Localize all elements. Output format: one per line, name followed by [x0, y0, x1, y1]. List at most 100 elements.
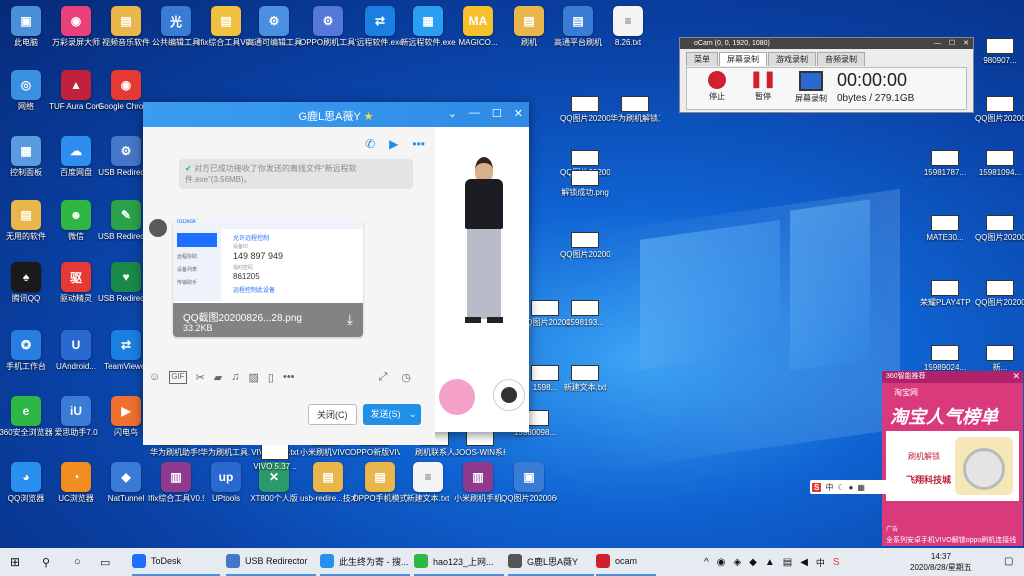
- ad-popup[interactable]: 360智能推荐 ✕ 淘宝网 淘宝人气榜单 刷机解锁 飞翔科技城 广告 全系列安卓…: [882, 371, 1023, 546]
- moon-icon[interactable]: ☾: [837, 483, 844, 492]
- desktop-icon[interactable]: ≡ 8.26.txt: [600, 6, 656, 47]
- desktop-icon[interactable]: ▦ 控制面板: [0, 136, 54, 177]
- desktop-icon[interactable]: e 360安全浏览器: [0, 396, 54, 437]
- ocam-tab[interactable]: 菜单: [686, 52, 718, 66]
- taskbar-app[interactable]: hao123_上网...: [414, 548, 504, 576]
- close-icon[interactable]: ✕: [1012, 371, 1020, 382]
- ime-toolbar[interactable]: S 中 ☾ ● ▦: [810, 480, 888, 494]
- send-button[interactable]: 发送(S) ⌄: [362, 404, 421, 425]
- desktop-icon[interactable]: MA MAGICO...: [450, 6, 506, 47]
- desktop-icon[interactable]: ▣ QQ图片20200609...: [501, 462, 557, 503]
- desktop-file[interactable]: 华为刷机解锁工具.rar: [610, 96, 660, 123]
- desktop-icon[interactable]: ▥ Ifix综合工具V0.9.rar: [148, 462, 204, 503]
- desktop-file[interactable]: QQ图片20200822...: [975, 280, 1024, 307]
- tray-app-icon[interactable]: ◆: [749, 557, 757, 568]
- desktop-icon[interactable]: ♠ 腾讯QQ: [0, 262, 54, 303]
- desktop-icon[interactable]: U UAndroid...: [48, 330, 104, 371]
- ime-mode[interactable]: 中: [825, 482, 833, 493]
- task-view-button[interactable]: ▭: [100, 548, 110, 576]
- desktop-icon[interactable]: ⚙ 高通可编辑工具V2.8: [246, 6, 302, 47]
- more-icon[interactable]: •••: [283, 371, 295, 384]
- desktop-icon[interactable]: ▤ 视频音乐软件: [98, 6, 154, 47]
- desktop-icon[interactable]: ◎ 网络: [0, 70, 54, 111]
- desktop-file[interactable]: 荣耀PLAY4TPR...: [920, 280, 970, 307]
- folder-icon[interactable]: ▰: [214, 371, 222, 384]
- desktop-file[interactable]: 解锁成功.png: [560, 170, 610, 197]
- download-icon[interactable]: ⤓: [347, 311, 353, 328]
- ocam-tab[interactable]: 游戏录制: [768, 52, 816, 66]
- emoji-icon[interactable]: ☺: [149, 371, 160, 384]
- desktop-file[interactable]: 15981787...: [920, 150, 970, 177]
- cortana-button[interactable]: ○: [74, 548, 81, 576]
- network-icon[interactable]: ◉: [717, 557, 726, 568]
- pause-button[interactable]: ❚❚ 暂停: [745, 71, 781, 102]
- desktop-file[interactable]: MATE30...: [920, 215, 970, 242]
- chevron-down-icon[interactable]: ⌄: [409, 409, 417, 419]
- desktop-icon[interactable]: ◉ 万彩录屏大师: [48, 6, 104, 47]
- expand-icon[interactable]: ⤢: [379, 371, 388, 384]
- notification-icon[interactable]: ▢: [1004, 556, 1013, 567]
- taskbar-app[interactable]: ToDesk: [132, 548, 220, 576]
- gif-icon[interactable]: GIF: [169, 371, 187, 384]
- desktop-file[interactable]: 新...: [975, 345, 1024, 372]
- desktop-file[interactable]: QQ图片20200822...: [975, 215, 1024, 242]
- image-message[interactable]: ToDesk 远程协助 设备列表 传输助手 允许远程控制 设备ID 149 897 …: [173, 219, 363, 337]
- desktop-file[interactable]: QQ图片20200815...: [560, 96, 610, 123]
- chat-titlebar[interactable]: G鹿L思A薇Y ★ ⌄ — ☐ ✕: [143, 102, 529, 127]
- desktop-file[interactable]: VIVO 5.37 ..: [250, 444, 300, 471]
- desktop-icon[interactable]: ▦ 新远程软件.exe: [400, 6, 456, 47]
- phone-mirror-icon[interactable]: ▯: [268, 371, 274, 384]
- chevron-up-icon[interactable]: ^: [704, 557, 709, 568]
- video-icon[interactable]: ▶: [389, 137, 398, 151]
- desktop-icon[interactable]: ◆ NatTunnel: [98, 462, 154, 503]
- desktop-file[interactable]: 15989024...: [920, 345, 970, 372]
- search-button[interactable]: ⚲: [42, 548, 50, 576]
- close-icon[interactable]: ✕: [963, 38, 969, 49]
- desktop-icon[interactable]: 驱驱动精灵: [48, 262, 104, 303]
- ime-icon[interactable]: 中: [816, 556, 825, 569]
- volume-icon[interactable]: ◀: [800, 557, 808, 568]
- desktop-icon[interactable]: ▤ 无用的软件: [0, 200, 54, 241]
- desktop-icon[interactable]: ▤ 高通平台刷机: [550, 6, 606, 47]
- ocam-tab[interactable]: 屏幕录制: [719, 52, 767, 66]
- desktop-icon[interactable]: ◔ UC浏览器: [48, 462, 104, 503]
- start-button[interactable]: ⊞: [10, 548, 20, 576]
- tray-app-icon[interactable]: ◈: [733, 557, 741, 568]
- minimize-icon[interactable]: —: [934, 38, 941, 49]
- desktop-icon[interactable]: ▣ 此电脑: [0, 6, 54, 47]
- scissors-icon[interactable]: ✂: [196, 371, 205, 384]
- desktop-icon[interactable]: ▤ usb-redire...技术员: [300, 462, 356, 503]
- desktop-icon[interactable]: iU 爱思助手7.0: [48, 396, 104, 437]
- close-icon[interactable]: ✕: [514, 107, 523, 120]
- mic-icon[interactable]: ●: [849, 483, 854, 492]
- desktop-icon[interactable]: ✪ 手机工作台: [0, 330, 54, 371]
- desktop-file[interactable]: JOOS-WIN系统: [455, 430, 505, 457]
- ocam-window[interactable]: oCam (0, 0, 1920, 1080) — ☐ ✕ 菜单 屏幕录制 游戏录制…: [679, 37, 974, 113]
- desktop-icon[interactable]: ☻ 微信: [48, 200, 104, 241]
- desktop-file[interactable]: 15981094...: [975, 150, 1024, 177]
- phone-icon[interactable]: ✆: [365, 137, 375, 151]
- desktop-icon[interactable]: ▤ 刷机: [501, 6, 557, 47]
- ethernet-icon[interactable]: ▤: [783, 557, 792, 568]
- stop-button[interactable]: 停止: [699, 71, 735, 102]
- desktop-icon[interactable]: ▥ 小米刷机手机: [450, 462, 506, 503]
- taskbar-app[interactable]: ocam: [596, 548, 656, 576]
- maximize-icon[interactable]: ☐: [949, 38, 955, 49]
- contact-avatar[interactable]: [493, 379, 525, 411]
- image-icon[interactable]: ▨: [249, 371, 259, 384]
- close-button[interactable]: 关闭(C): [308, 404, 357, 425]
- more-icon[interactable]: •••: [412, 137, 425, 151]
- sogou-tray-icon[interactable]: S: [833, 557, 840, 568]
- taskbar-app[interactable]: USB Redirector: [226, 548, 316, 576]
- chat-window[interactable]: G鹿L思A薇Y ★ ⌄ — ☐ ✕ ✆ ▶ ••• ✔ 对方已成功接收了你发送的…: [143, 102, 529, 445]
- desktop-file[interactable]: 980907...: [975, 38, 1024, 65]
- desktop-icon[interactable]: ◕ QQ浏览器: [0, 462, 54, 503]
- minimize-icon[interactable]: —: [469, 107, 480, 120]
- desktop-file[interactable]: QQ图片20200823...: [560, 232, 610, 259]
- clock[interactable]: 14:37 2020/8/28/星期五: [910, 551, 972, 573]
- desktop-icon[interactable]: ☁ 百度网盘: [48, 136, 104, 177]
- screen-record-button[interactable]: 屏幕录制: [791, 71, 831, 104]
- desktop-icon[interactable]: ⚙ OPPO刷机工具V2.8: [300, 6, 356, 47]
- ocam-titlebar[interactable]: oCam (0, 0, 1920, 1080) — ☐ ✕: [680, 38, 973, 49]
- chevron-down-icon[interactable]: ⌄: [448, 107, 457, 120]
